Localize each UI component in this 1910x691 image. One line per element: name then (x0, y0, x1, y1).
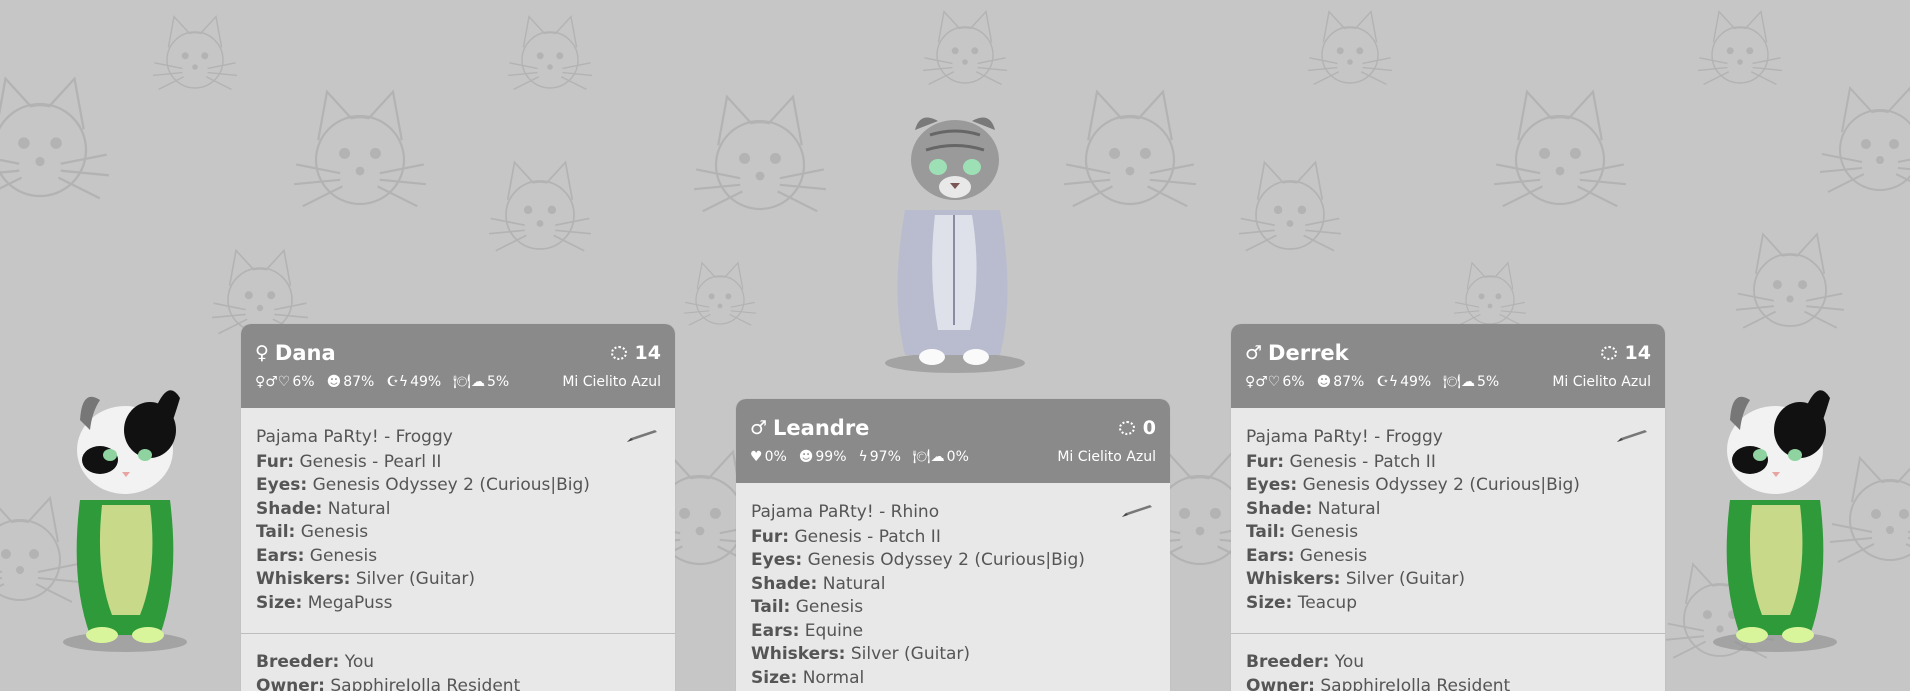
collection-name: Pajama PaRty! - Froggy (256, 427, 453, 447)
trait-fur: Fur: Genesis - Patch II (1246, 451, 1436, 472)
breed-icon: ♀♂♡ (255, 374, 291, 390)
breeder-row: Breeder: You (1246, 652, 1365, 672)
generation-value: 14 (634, 342, 661, 364)
hunger-stat: 🍽☁ 5% (453, 374, 510, 390)
trait-ears: Ears: Genesis (256, 545, 378, 566)
trait-fur: Fur: Genesis - Pearl II (256, 451, 442, 472)
trait-size: Size: MegaPuss (256, 592, 393, 613)
cat-name[interactable]: Dana (275, 341, 336, 365)
happiness-icon: ☻ (798, 449, 814, 465)
happiness-stat: ☻ 87% (1316, 374, 1365, 390)
card-header: ♂ Leandre 0 ♥ 0% ☻ 99% ϟ 97% 🍽☁ 0% Mi Cielit… (736, 399, 1170, 483)
edit-pencil-icon[interactable] (1615, 428, 1649, 444)
owner-row: Owner: SapphireJolla Resident (256, 675, 521, 691)
edit-pencil-icon[interactable] (1120, 503, 1154, 519)
cat-image-froggy-right[interactable] (1690, 380, 1860, 660)
male-icon: ♂ (1245, 342, 1263, 364)
trait-eyes: Eyes: Genesis Odyssey 2 (Curious|Big) (256, 475, 590, 495)
cat-name[interactable]: Derrek (1268, 341, 1349, 365)
trait-fur: Fur: Genesis - Patch II (751, 526, 941, 547)
happiness-icon: ☻ (1316, 374, 1332, 390)
breeder-row: Breeder: You (256, 652, 375, 672)
energy-stat: ϟ 97% (858, 449, 901, 465)
trait-whiskers: Whiskers: Silver (Guitar) (751, 644, 971, 664)
trait-eyes: Eyes: Genesis Odyssey 2 (Curious|Big) (1246, 475, 1580, 495)
sim-location: Mi Cielito Azul (1057, 449, 1156, 465)
owner-row: Owner: SapphireJolla Resident (1246, 675, 1511, 691)
cat-card-derrek: ♂ Derrek 14 ♀♂♡ 6% ☻ 87% ☪ϟ 49% 🍽☁ 5% Mi Cie… (1231, 324, 1665, 691)
happiness-icon: ☻ (326, 374, 342, 390)
cat-card-leandre: ♂ Leandre 0 ♥ 0% ☻ 99% ϟ 97% 🍽☁ 0% Mi Cielit… (736, 399, 1170, 691)
trait-size: Size: Normal (751, 667, 865, 688)
energy-stat: ☪ϟ 49% (386, 374, 442, 390)
trait-shade: Shade: Natural (1246, 498, 1381, 519)
trait-tail: Tail: Genesis (751, 597, 864, 617)
generation-icon (1118, 421, 1135, 435)
traits-section: Pajama PaRty! - Rhino Fur: Genesis - Pat… (736, 483, 1170, 690)
hunger-stat: 🍽☁ 5% (1443, 374, 1500, 390)
sim-location: Mi Cielito Azul (562, 374, 661, 390)
generation-icon (1600, 346, 1617, 360)
traits-section: Pajama PaRty! - Froggy Fur: Genesis - Pe… (241, 408, 675, 615)
cat-card-dana: ♀ Dana 14 ♀♂♡ 6% ☻ 87% ☪ϟ 49% 🍽☁ 5% Mi Cieli… (241, 324, 675, 691)
hunger-icon: 🍽☁ (912, 449, 945, 465)
trait-ears: Ears: Genesis (1246, 545, 1368, 566)
heart-icon: ♥ (750, 449, 763, 465)
energy-icon: ☪ϟ (1376, 374, 1399, 390)
card-header: ♀ Dana 14 ♀♂♡ 6% ☻ 87% ☪ϟ 49% 🍽☁ 5% Mi Cieli… (241, 324, 675, 408)
hunger-icon: 🍽☁ (1443, 374, 1476, 390)
happiness-stat: ☻ 87% (326, 374, 375, 390)
trait-shade: Shade: Natural (751, 573, 886, 594)
breed-stat: ♀♂♡ 6% (1245, 374, 1305, 390)
trait-whiskers: Whiskers: Silver (Guitar) (1246, 569, 1466, 589)
female-icon: ♀ (255, 342, 269, 364)
hunger-icon: 🍽☁ (453, 374, 486, 390)
sim-location: Mi Cielito Azul (1552, 374, 1651, 390)
ownership-section: Breeder: You Owner: SapphireJolla Reside… (241, 634, 675, 691)
cat-name[interactable]: Leandre (773, 416, 869, 440)
collection-name: Pajama PaRty! - Rhino (751, 502, 940, 522)
card-header: ♂ Derrek 14 ♀♂♡ 6% ☻ 87% ☪ϟ 49% 🍽☁ 5% Mi Cie… (1231, 324, 1665, 408)
energy-icon: ☪ϟ (386, 374, 409, 390)
trait-whiskers: Whiskers: Silver (Guitar) (256, 569, 476, 589)
trait-ears: Ears: Equine (751, 620, 864, 641)
trait-eyes: Eyes: Genesis Odyssey 2 (Curious|Big) (751, 550, 1085, 570)
cat-image-froggy-left[interactable] (40, 380, 210, 660)
edit-pencil-icon[interactable] (625, 428, 659, 444)
trait-tail: Tail: Genesis (1246, 522, 1359, 542)
trait-tail: Tail: Genesis (256, 522, 369, 542)
collection-name: Pajama PaRty! - Froggy (1246, 427, 1443, 447)
breed-icon: ♀♂♡ (1245, 374, 1281, 390)
trait-size: Size: Teacup (1246, 592, 1357, 613)
happiness-stat: ☻ 99% (798, 449, 847, 465)
generation-icon (610, 346, 627, 360)
male-icon: ♂ (750, 417, 768, 439)
generation-value: 0 (1142, 417, 1156, 439)
generation-value: 14 (1624, 342, 1651, 364)
ownership-section: Breeder: You Owner: SapphireJolla Reside… (1231, 634, 1665, 691)
breed-stat: ♥ 0% (750, 449, 787, 465)
traits-section: Pajama PaRty! - Froggy Fur: Genesis - Pa… (1231, 408, 1665, 615)
energy-icon: ϟ (858, 449, 868, 465)
energy-stat: ☪ϟ 49% (1376, 374, 1432, 390)
cat-image-rhino-center[interactable] (860, 105, 1050, 380)
breed-stat: ♀♂♡ 6% (255, 374, 315, 390)
trait-shade: Shade: Natural (256, 498, 391, 519)
hunger-stat: 🍽☁ 0% (912, 449, 969, 465)
